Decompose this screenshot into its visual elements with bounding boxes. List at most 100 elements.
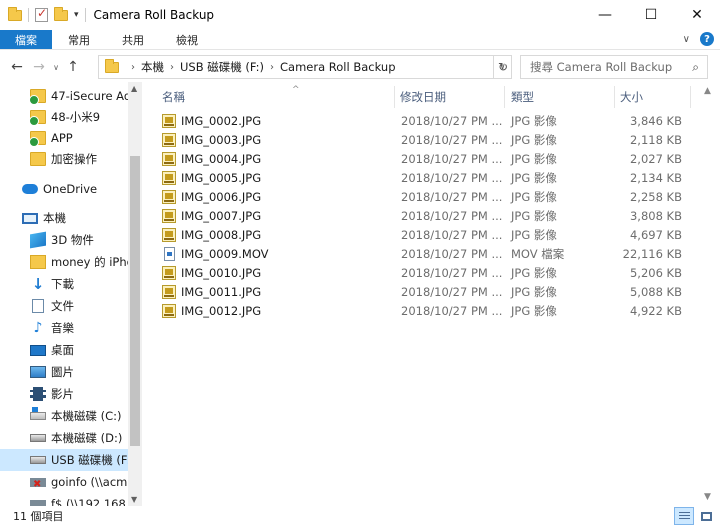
- column-header-modified[interactable]: 修改日期: [400, 86, 504, 108]
- scroll-down-icon[interactable]: ▼: [131, 495, 137, 504]
- breadcrumb-this-pc[interactable]: 本機: [141, 59, 164, 75]
- close-button[interactable]: ✕: [674, 0, 720, 30]
- address-bar[interactable]: › 本機 › USB 磁碟機 (F:) › Camera Roll Backup…: [98, 55, 512, 79]
- address-row: ← → ∨ ↑ › 本機 › USB 磁碟機 (F:) › Camera Rol…: [0, 52, 720, 82]
- jpg-file-icon: [162, 303, 176, 318]
- navigation-scrollbar[interactable]: ▲ ▼: [128, 82, 142, 506]
- jpg-file-icon: [162, 284, 176, 299]
- column-divider[interactable]: [614, 86, 615, 108]
- column-header-size[interactable]: 大小: [620, 86, 690, 108]
- tab-home[interactable]: 常用: [52, 30, 106, 49]
- file-row[interactable]: IMG_0010.JPG 2018/10/27 PM ... JPG 影像 5,…: [158, 263, 688, 282]
- back-button[interactable]: ←: [6, 55, 28, 79]
- nav-item-label: APP: [51, 131, 73, 145]
- breadcrumb-separator[interactable]: ›: [170, 62, 174, 73]
- nav-item-47-isecure[interactable]: 47-iSecure Ada: [0, 85, 128, 107]
- search-placeholder: 搜尋 Camera Roll Backup: [530, 60, 673, 74]
- file-name-cell: IMG_0006.JPG: [162, 187, 261, 206]
- file-row[interactable]: IMG_0007.JPG 2018/10/27 PM ... JPG 影像 3,…: [158, 206, 688, 225]
- jpg-file-icon: [162, 113, 176, 128]
- scroll-up-icon[interactable]: ▲: [704, 86, 711, 96]
- search-icon[interactable]: ⌕: [692, 60, 699, 75]
- minimize-button[interactable]: —: [582, 0, 628, 30]
- large-icons-view-icon: [701, 512, 712, 521]
- breadcrumb-separator[interactable]: ›: [131, 62, 135, 73]
- file-row[interactable]: IMG_0011.JPG 2018/10/27 PM ... JPG 影像 5,…: [158, 282, 688, 301]
- refresh-button[interactable]: ↻: [493, 55, 512, 79]
- file-row[interactable]: IMG_0003.JPG 2018/10/27 PM ... JPG 影像 2,…: [158, 130, 688, 149]
- tab-share[interactable]: 共用: [106, 30, 160, 49]
- large-icons-view-button[interactable]: [696, 507, 716, 525]
- scroll-up-icon[interactable]: ▲: [131, 84, 137, 93]
- breadcrumb-separator[interactable]: ›: [270, 62, 274, 73]
- folder-synced-icon: [29, 89, 46, 105]
- file-modified: 2018/10/27 PM ...: [401, 113, 503, 128]
- nav-item-this-pc[interactable]: 本機: [0, 207, 128, 229]
- customize-toolbar-dropdown-icon[interactable]: ▾: [74, 10, 79, 20]
- toolbar-divider: [28, 8, 29, 22]
- forward-button[interactable]: →: [28, 55, 50, 79]
- nav-item-videos[interactable]: 影片: [0, 383, 128, 405]
- file-row[interactable]: IMG_0012.JPG 2018/10/27 PM ... JPG 影像 4,…: [158, 301, 688, 320]
- new-folder-icon[interactable]: [54, 6, 68, 21]
- file-row[interactable]: IMG_0009.MOV 2018/10/27 PM ... MOV 檔案 22…: [158, 244, 688, 263]
- nav-item-3d-objects[interactable]: 3D 物件: [0, 229, 128, 251]
- network-drive-disconnected-icon: [30, 477, 46, 490]
- file-modified: 2018/10/27 PM ...: [401, 132, 503, 147]
- nav-item-goinfo[interactable]: goinfo (\\acm): [0, 471, 128, 493]
- nav-item-iphone[interactable]: money 的 iPhor: [0, 251, 128, 273]
- file-name: IMG_0011.JPG: [181, 284, 262, 299]
- file-list-scrollbar[interactable]: ▲ ▼: [700, 82, 717, 506]
- file-row[interactable]: IMG_0006.JPG 2018/10/27 PM ... JPG 影像 2,…: [158, 187, 688, 206]
- column-divider[interactable]: [394, 86, 395, 108]
- column-divider[interactable]: [504, 86, 505, 108]
- tab-view[interactable]: 檢視: [160, 30, 214, 49]
- maximize-button[interactable]: ☐: [628, 0, 674, 30]
- help-icon[interactable]: ?: [700, 32, 714, 46]
- breadcrumb-current-folder[interactable]: Camera Roll Backup: [280, 60, 396, 74]
- nav-item-documents[interactable]: 文件: [0, 295, 128, 317]
- nav-item-onedrive[interactable]: OneDrive: [0, 178, 128, 200]
- file-list: 名稱 ^ 修改日期 類型 大小 IMG_0002.JPG 2018/10/27 …: [142, 82, 710, 506]
- file-type: JPG 影像: [511, 170, 557, 185]
- file-size: 2,027 KB: [629, 151, 682, 166]
- nav-item-downloads[interactable]: ↓ 下載: [0, 273, 128, 295]
- nav-item-music[interactable]: ♪ 音樂: [0, 317, 128, 339]
- file-row[interactable]: IMG_0002.JPG 2018/10/27 PM ... JPG 影像 3,…: [158, 111, 688, 130]
- scrollbar-thumb[interactable]: [130, 156, 140, 446]
- nav-item-drive-d[interactable]: 本機磁碟 (D:): [0, 427, 128, 449]
- nav-item-48-xiaomi9[interactable]: 48-小米9: [0, 106, 128, 128]
- folder-icon: [30, 152, 46, 166]
- file-modified: 2018/10/27 PM ...: [401, 284, 503, 299]
- file-size: 2,134 KB: [629, 170, 682, 185]
- breadcrumb-usb-drive[interactable]: USB 磁碟機 (F:): [180, 59, 264, 75]
- file-modified: 2018/10/27 PM ...: [401, 208, 503, 223]
- recent-locations-button[interactable]: ∨: [50, 55, 62, 79]
- nav-item-desktop[interactable]: 桌面: [0, 339, 128, 361]
- file-row[interactable]: IMG_0004.JPG 2018/10/27 PM ... JPG 影像 2,…: [158, 149, 688, 168]
- jpg-file-icon: [162, 265, 176, 280]
- column-header-name[interactable]: 名稱 ^: [162, 85, 402, 108]
- nav-item-label: OneDrive: [43, 182, 98, 196]
- file-name-cell: IMG_0011.JPG: [162, 282, 261, 301]
- nav-item-drive-c[interactable]: 本機磁碟 (C:): [0, 405, 128, 427]
- nav-item-pictures[interactable]: 圖片: [0, 361, 128, 383]
- column-header-type[interactable]: 類型: [511, 86, 611, 108]
- nav-item-label: 下載: [51, 277, 74, 291]
- properties-icon[interactable]: [35, 6, 48, 22]
- column-divider[interactable]: [690, 86, 691, 108]
- nav-item-network-f[interactable]: f$ (\\192.168.0: [0, 493, 128, 506]
- documents-icon: [32, 299, 44, 313]
- nav-item-usb-drive-f[interactable]: USB 磁碟機 (F:): [0, 449, 128, 471]
- ribbon-right-controls: ∨ ?: [683, 32, 714, 46]
- up-button[interactable]: ↑: [62, 55, 84, 79]
- scroll-down-icon[interactable]: ▼: [704, 492, 711, 502]
- details-view-button[interactable]: [674, 507, 694, 525]
- nav-item-app[interactable]: APP: [0, 127, 128, 149]
- search-input[interactable]: 搜尋 Camera Roll Backup ⌕: [520, 55, 708, 79]
- file-row[interactable]: IMG_0005.JPG 2018/10/27 PM ... JPG 影像 2,…: [158, 168, 688, 187]
- tab-file[interactable]: 檔案: [0, 30, 52, 49]
- nav-item-encrypt[interactable]: 加密操作: [0, 148, 128, 170]
- file-row[interactable]: IMG_0008.JPG 2018/10/27 PM ... JPG 影像 4,…: [158, 225, 688, 244]
- expand-ribbon-icon[interactable]: ∨: [683, 34, 690, 45]
